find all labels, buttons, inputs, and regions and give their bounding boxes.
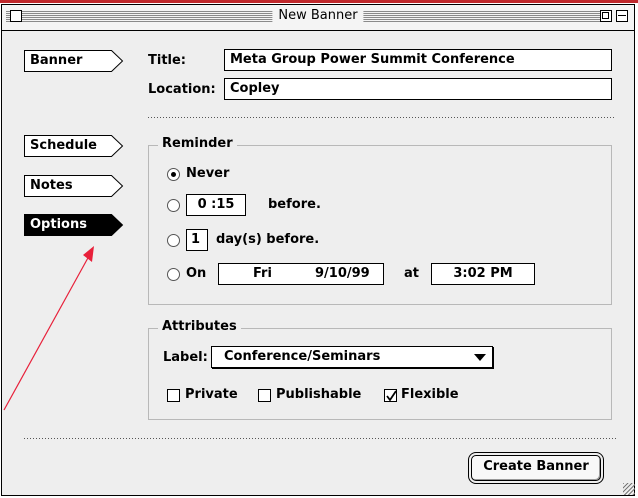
days-before-field[interactable]: 1: [186, 229, 208, 251]
window-title: New Banner: [272, 8, 364, 23]
close-box-icon[interactable]: [10, 10, 22, 22]
before-label: before.: [268, 197, 321, 212]
on-date-field[interactable]: Fri 9/10/99: [218, 263, 384, 285]
flexible-checkbox[interactable]: [384, 389, 397, 402]
title-label: Title:: [148, 53, 187, 68]
on-day: Fri: [253, 266, 272, 281]
title-bar[interactable]: New Banner: [2, 5, 634, 31]
at-label: at: [404, 266, 419, 281]
title-field[interactable]: Meta Group Power Summit Conference: [224, 49, 612, 71]
radio-on-date[interactable]: [167, 268, 180, 281]
location-label: Location:: [148, 82, 216, 97]
label-label: Label:: [163, 350, 208, 365]
tab-banner-label: Banner: [30, 53, 83, 68]
attributes-group-title: Attributes: [158, 319, 241, 334]
flexible-label[interactable]: Flexible: [401, 387, 459, 402]
private-label[interactable]: Private: [185, 387, 238, 402]
top-rule: [0, 0, 638, 3]
attributes-group: [148, 328, 612, 420]
publishable-checkbox[interactable]: [258, 389, 271, 402]
time-before-field[interactable]: 0 :15: [186, 194, 246, 216]
tab-notes-label: Notes: [30, 178, 73, 193]
radio-time-before[interactable]: [167, 199, 180, 212]
days-before-label: day(s) before.: [216, 232, 320, 247]
tab-schedule-label: Schedule: [30, 138, 97, 153]
on-date: 9/10/99: [315, 266, 370, 281]
on-time-field[interactable]: 3:02 PM: [431, 263, 535, 285]
location-field[interactable]: Copley: [224, 78, 612, 100]
create-banner-button[interactable]: Create Banner: [471, 455, 601, 481]
checkmark-icon: [386, 390, 397, 402]
private-checkbox[interactable]: [167, 389, 180, 402]
collapse-box-icon[interactable]: [616, 10, 628, 22]
popup-arrow-icon: [474, 354, 486, 361]
publishable-label[interactable]: Publishable: [276, 387, 361, 402]
resize-grip-icon[interactable]: [623, 483, 635, 495]
label-popup[interactable]: Conference/Seminars: [211, 346, 493, 368]
tab-options-label: Options: [30, 217, 87, 232]
radio-days-before[interactable]: [167, 234, 180, 247]
never-label[interactable]: Never: [186, 166, 229, 181]
radio-never[interactable]: [167, 168, 180, 181]
reminder-group-title: Reminder: [158, 136, 237, 151]
separator-top: [148, 117, 616, 118]
on-label[interactable]: On: [186, 266, 206, 281]
label-popup-value: Conference/Seminars: [224, 349, 381, 364]
zoom-box-icon[interactable]: [600, 10, 612, 22]
separator-bottom: [24, 438, 616, 439]
